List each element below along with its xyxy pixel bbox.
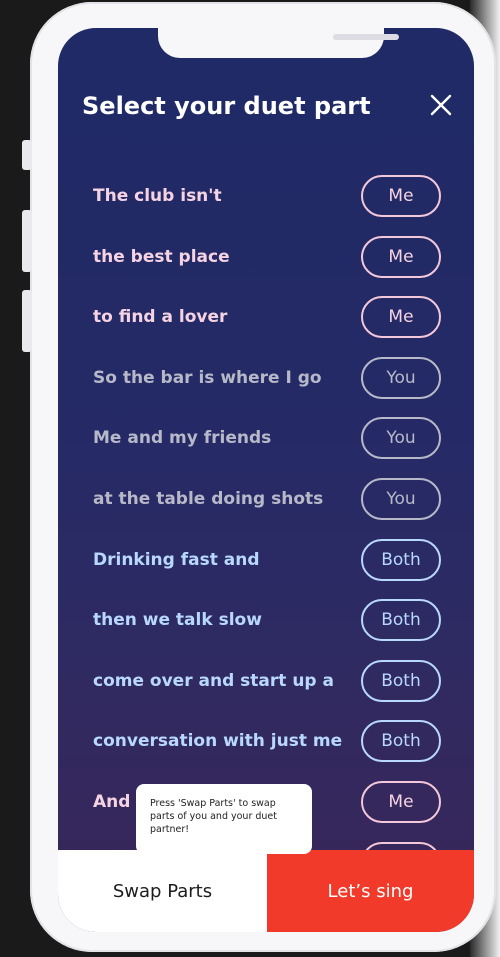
lyric-line-text: come over and start up a — [93, 670, 334, 691]
phone-notch — [158, 28, 399, 58]
part-toggle-both[interactable]: Both — [361, 659, 441, 702]
page-title: Select your duet part — [82, 92, 371, 120]
lyric-line-text: Me and my friends — [93, 428, 272, 449]
swap-parts-button[interactable]: Swap Parts — [58, 850, 267, 932]
part-toggle-me[interactable]: Me — [361, 235, 441, 278]
lyric-line-text: the best place — [93, 246, 230, 267]
lyric-line-text: The club isn't — [93, 186, 222, 206]
lyric-line-text: then we talk slow — [93, 610, 262, 631]
part-toggle-you[interactable]: You — [361, 356, 441, 399]
lets-sing-button[interactable]: Let’s sing — [267, 850, 474, 932]
part-toggle-me[interactable]: Me — [361, 781, 441, 823]
bottom-action-bar: Swap Parts Let’s sing — [58, 850, 474, 932]
close-icon[interactable] — [426, 90, 456, 120]
part-toggle-both[interactable]: Both — [361, 720, 441, 763]
part-toggle-both[interactable]: Both — [361, 599, 441, 642]
speaker-grille — [333, 34, 399, 40]
app-screen: Select your duet part The club isn't Me th… — [58, 28, 474, 932]
part-toggle-both[interactable]: Both — [361, 538, 441, 581]
part-toggle-me[interactable]: Me — [361, 296, 441, 339]
phone-volume-up — [22, 210, 32, 272]
lyric-line-text: to find a lover — [93, 307, 228, 328]
lyric-line-text: Drinking fast and — [93, 549, 260, 570]
lyric-line-text: conversation with just me — [93, 731, 343, 752]
lyric-line-text: at the table doing shots — [93, 489, 324, 509]
part-toggle-you[interactable]: You — [361, 478, 441, 520]
phone-side-button — [22, 140, 32, 170]
swap-parts-tooltip: Press 'Swap Parts' to swap parts of you … — [136, 784, 312, 854]
lyric-line-text: So the bar is where I go — [93, 367, 322, 388]
part-toggle-you[interactable]: You — [361, 417, 441, 460]
phone-volume-down — [22, 290, 32, 352]
part-toggle-me[interactable]: Me — [361, 175, 441, 217]
